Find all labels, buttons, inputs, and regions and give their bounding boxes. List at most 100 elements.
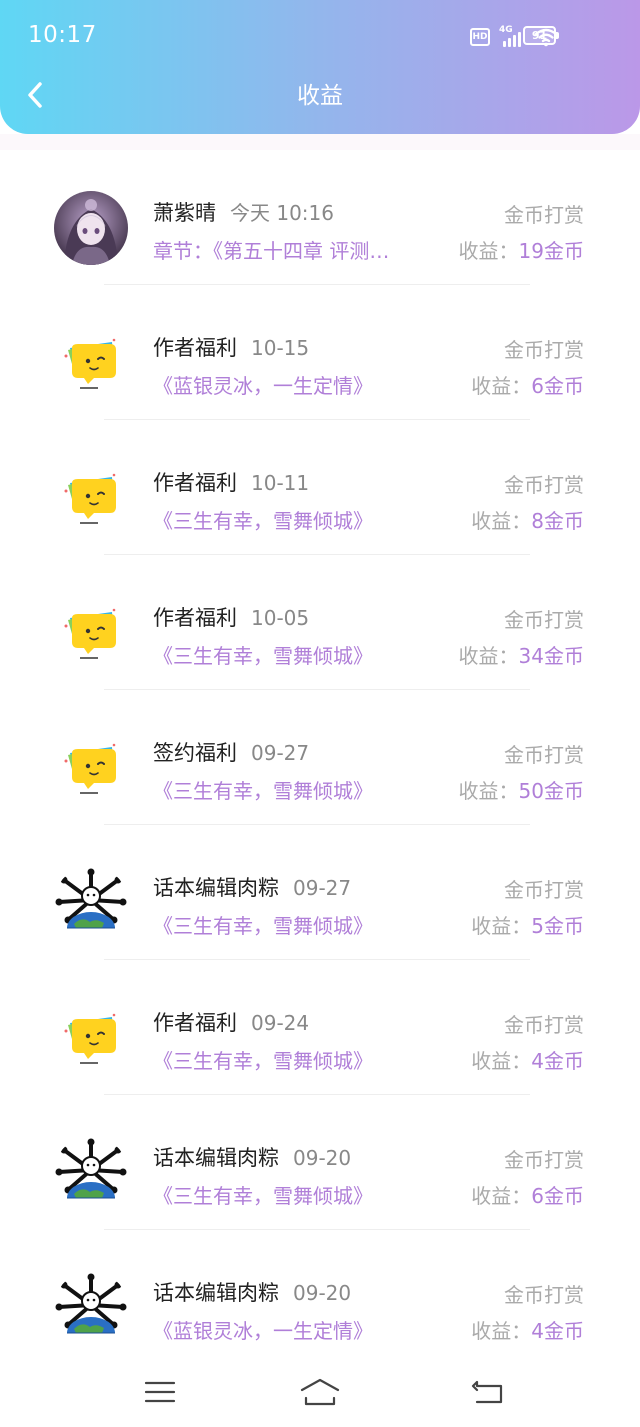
book-title[interactable]: 《三生有幸，雪舞倾城》: [153, 910, 439, 939]
earning-value: 50金币: [518, 779, 584, 803]
earning-amount: 收益：34金币: [459, 640, 584, 669]
earning-item[interactable]: 签约福利 09-27 金币打赏 《三生有幸，雪舞倾城》 收益：50金币: [0, 690, 640, 825]
yellow-chat-bubble-avatar[interactable]: [54, 326, 128, 400]
record-date: 10-15: [251, 336, 310, 360]
yellow-chat-bubble-avatar[interactable]: [54, 1001, 128, 1075]
earning-item[interactable]: 作者福利 10-05 金币打赏《三生有幸，雪舞倾城》 收益：34金币: [0, 555, 640, 690]
earning-item[interactable]: 话本编辑肉粽 09-27 金币打赏《三生有幸，雪舞倾城》 收益：5金币: [0, 825, 640, 960]
earning-amount: 收益：5金币: [471, 910, 584, 939]
sender-name-text: 作者福利: [153, 471, 237, 495]
record-date: 10-05: [251, 606, 310, 630]
sender-name-text: 签约福利: [153, 741, 237, 765]
earning-amount: 收益：50金币: [459, 775, 584, 804]
earning-item[interactable]: 萧紫晴 今天 10:16 金币打赏章节：《第五十四章 评测… 收益：19金币: [0, 150, 640, 285]
record-date: 今天 10:16: [230, 201, 334, 225]
globe-cartoon-avatar[interactable]: [54, 1271, 128, 1345]
reward-type: 金币打赏: [504, 878, 584, 902]
book-title[interactable]: 《蓝银灵冰，一生定情》: [153, 370, 439, 399]
menu-button[interactable]: [138, 1370, 182, 1414]
sender-name-text: 话本编辑肉粽: [153, 1146, 279, 1170]
sender-name: 话本编辑肉粽 09-27: [153, 872, 351, 902]
earning-value: 6金币: [531, 374, 584, 398]
earning-item[interactable]: 作者福利 09-24 金币打赏《三生有幸，雪舞倾城》 收益：4金币: [0, 960, 640, 1095]
sender-name: 话本编辑肉粽 09-20: [153, 1277, 351, 1307]
reward-type: 金币打赏: [504, 1283, 584, 1307]
earning-amount: 收益：19金币: [459, 235, 584, 264]
record-date: 09-27: [293, 876, 352, 900]
yellow-chat-bubble-avatar[interactable]: [54, 731, 128, 805]
earning-label: 收益：: [471, 1049, 532, 1073]
book-title[interactable]: 《三生有幸，雪舞倾城》: [153, 775, 439, 804]
earning-label: 收益：: [458, 779, 519, 803]
earning-label: 收益：: [471, 1184, 532, 1208]
battery-icon: 91: [523, 26, 559, 45]
earning-label: 收益：: [458, 239, 519, 263]
book-title[interactable]: 《三生有幸，雪舞倾城》: [153, 1180, 439, 1209]
home-button[interactable]: [298, 1370, 342, 1414]
sender-name: 作者福利 10-15: [153, 332, 309, 362]
sender-name-text: 作者福利: [153, 1011, 237, 1035]
earning-item[interactable]: 作者福利 10-11 金币打赏《三生有幸，雪舞倾城》 收益：8金币: [0, 420, 640, 555]
book-title[interactable]: 《三生有幸，雪舞倾城》: [153, 640, 439, 669]
reward-type: 金币打赏: [504, 1013, 584, 1037]
earning-label: 收益：: [471, 1319, 532, 1343]
earning-label: 收益：: [471, 374, 532, 398]
yellow-chat-bubble-avatar[interactable]: [54, 596, 128, 670]
sender-name-text: 话本编辑肉粽: [153, 1281, 279, 1305]
earning-item[interactable]: 话本编辑肉粽 09-20 金币打赏《蓝银灵冰，一生定情》 收益：4金币: [0, 1230, 640, 1365]
earning-label: 收益：: [458, 644, 519, 668]
sender-name: 话本编辑肉粽 09-20: [153, 1142, 351, 1172]
sender-name: 作者福利 09-24: [153, 1007, 309, 1037]
back-icon: [471, 1380, 503, 1404]
earning-value: 8金币: [531, 509, 584, 533]
book-title[interactable]: 章节：《第五十四章 评测…: [153, 235, 439, 264]
page-title: 收益: [297, 83, 343, 109]
earning-amount: 收益：4金币: [471, 1045, 584, 1074]
globe-cartoon-avatar[interactable]: [54, 866, 128, 940]
status-bar: 10:17 HD 4G 91: [0, 0, 640, 74]
earning-label: 收益：: [471, 509, 532, 533]
book-title[interactable]: 《蓝银灵冰，一生定情》: [153, 1315, 439, 1344]
reward-type: 金币打赏: [504, 338, 584, 362]
globe-cartoon-avatar[interactable]: [54, 1136, 128, 1210]
header: 10:17 HD 4G 91 收益: [0, 0, 640, 134]
earning-label: 收益：: [471, 914, 532, 938]
reward-type: 金币打赏: [504, 203, 584, 227]
back-nav-button[interactable]: [466, 1370, 510, 1414]
anime-girl-avatar[interactable]: [54, 191, 128, 265]
reward-type: 金币打赏: [504, 608, 584, 632]
book-title[interactable]: 《三生有幸，雪舞倾城》: [153, 505, 439, 534]
earning-item[interactable]: 作者福利 10-15 金币打赏《蓝银灵冰，一生定情》 收益：6金币: [0, 285, 640, 420]
earning-value: 19金币: [518, 239, 584, 263]
home-icon: [300, 1378, 340, 1406]
hd-icon: HD: [470, 28, 490, 46]
record-date: 09-24: [251, 1011, 310, 1035]
sender-name-text: 话本编辑肉粽: [153, 876, 279, 900]
earning-value: 6金币: [531, 1184, 584, 1208]
earning-value: 4金币: [531, 1049, 584, 1073]
sender-name: 作者福利 10-05: [153, 602, 309, 632]
reward-type: 金币打赏: [504, 473, 584, 497]
earning-amount: 收益：4金币: [471, 1315, 584, 1344]
sender-name: 萧紫晴 今天 10:16: [153, 197, 334, 227]
header-separator: [0, 134, 640, 150]
reward-type: 金币打赏: [504, 743, 584, 767]
earning-amount: 收益：6金币: [471, 1180, 584, 1209]
book-title[interactable]: 《三生有幸，雪舞倾城》: [153, 1045, 439, 1074]
sender-name-text: 作者福利: [153, 336, 237, 360]
record-date: 09-20: [293, 1146, 352, 1170]
earning-value: 5金币: [531, 914, 584, 938]
menu-icon: [144, 1381, 176, 1403]
earnings-page: 10:17 HD 4G 91 收益 萧紫晴 今天 10:16 金币打赏 章节：《…: [0, 0, 640, 1427]
earnings-list: 萧紫晴 今天 10:16 金币打赏 章节：《第五十四章 评测… 收益：19金币 作者福利 1…: [0, 150, 640, 1365]
earning-value: 34金币: [518, 644, 584, 668]
earning-amount: 收益：6金币: [471, 370, 584, 399]
earning-amount: 收益：8金币: [471, 505, 584, 534]
yellow-chat-bubble-avatar[interactable]: [54, 461, 128, 535]
network-type: 4G: [499, 25, 513, 35]
sender-name-text: 作者福利: [153, 606, 237, 630]
record-date: 10-11: [251, 471, 310, 495]
earning-item[interactable]: 话本编辑肉粽 09-20 金币打赏 《三生有幸，雪舞倾城》 收益：6金币: [0, 1095, 640, 1230]
status-time: 10:17: [28, 22, 97, 48]
earning-value: 4金币: [531, 1319, 584, 1343]
